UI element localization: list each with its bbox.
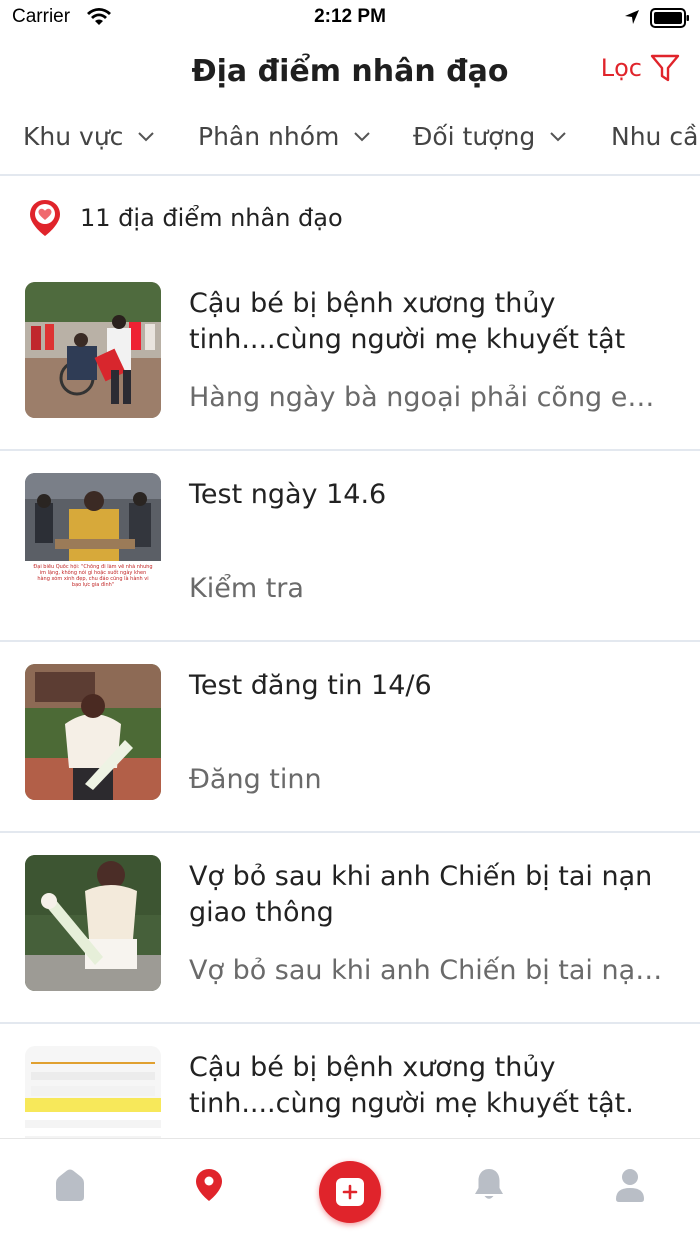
tab-phan-nhom[interactable]: Phân nhóm — [198, 122, 371, 151]
thumb-caption: Đại biểu Quốc hội: "Chồng đi làm về nhà … — [33, 564, 153, 588]
tab-doi-tuong[interactable]: Đối tượng — [413, 122, 567, 151]
item-thumbnail — [25, 664, 161, 800]
item-title: Test ngày 14.6 — [189, 479, 387, 510]
item-thumbnail — [25, 282, 161, 418]
item-title: Cậu bé bị bệnh xương thủy tinh....cùng n… — [189, 1052, 634, 1119]
results-count-row: 11 địa điểm nhân đạo — [0, 190, 700, 246]
filter-label: Lọc — [600, 54, 642, 82]
item-title: Test đăng tin 14/6 — [189, 670, 432, 701]
tab-label: Nhu cầu — [611, 122, 700, 151]
list-item[interactable]: Cậu bé bị bệnh xương thủy tinh....cùng n… — [0, 260, 700, 451]
item-description: Kiểm tra — [189, 573, 304, 604]
add-post-button[interactable] — [319, 1161, 381, 1223]
item-thumbnail: Đại biểu Quốc hội: "Chồng đi làm về nhà … — [25, 473, 161, 609]
item-description: Đăng tinn — [189, 764, 322, 795]
item-description: Hàng ngày bà ngoại phải cõng em đi học — [189, 382, 669, 413]
chevron-down-icon — [138, 131, 155, 141]
add-post-icon — [336, 1178, 364, 1206]
location-list: Cậu bé bị bệnh xương thủy tinh....cùng n… — [0, 260, 700, 1215]
user-icon[interactable] — [614, 1167, 646, 1203]
heart-pin-icon — [30, 200, 60, 236]
list-item[interactable]: Đại biểu Quốc hội: "Chồng đi làm về nhà … — [0, 451, 700, 642]
chevron-down-icon — [354, 131, 371, 141]
item-title: Vợ bỏ sau khi anh Chiến bị tai nạn giao … — [189, 861, 653, 928]
category-tabs: Khu vực Phân nhóm Đối tượng Nhu cầu — [0, 104, 700, 176]
location-arrow-icon — [625, 10, 639, 24]
item-title: Cậu bé bị bệnh xương thủy tinh....cùng n… — [189, 288, 626, 355]
home-icon[interactable] — [52, 1167, 88, 1203]
list-item[interactable]: Test đăng tin 14/6 Đăng tinn — [0, 642, 700, 833]
page-title: Địa điểm nhân đạo — [191, 54, 509, 89]
battery-icon — [650, 8, 689, 28]
clock: 2:12 PM — [314, 6, 386, 27]
tab-khu-vuc[interactable]: Khu vực — [23, 122, 155, 151]
map-pin-icon[interactable] — [194, 1167, 224, 1203]
bell-icon[interactable] — [472, 1167, 506, 1203]
tab-nhu-cau[interactable]: Nhu cầu — [611, 122, 700, 151]
tab-label: Phân nhóm — [198, 122, 340, 151]
item-description: Vợ bỏ sau khi anh Chiến bị tai nạn giao … — [189, 955, 669, 986]
item-thumbnail — [25, 855, 161, 991]
results-count: 11 địa điểm nhân đạo — [80, 204, 343, 232]
filter-icon — [650, 54, 680, 82]
filter-button[interactable]: Lọc — [601, 54, 680, 82]
bottom-tab-bar — [0, 1138, 700, 1244]
status-bar: Carrier 2:12 PM — [0, 0, 700, 36]
tab-label: Khu vực — [23, 122, 124, 151]
chevron-down-icon — [550, 131, 566, 141]
list-item[interactable]: Vợ bỏ sau khi anh Chiến bị tai nạn giao … — [0, 833, 700, 1024]
tab-label: Đối tượng — [413, 122, 536, 151]
header: Địa điểm nhân đạo Lọc — [0, 40, 700, 104]
